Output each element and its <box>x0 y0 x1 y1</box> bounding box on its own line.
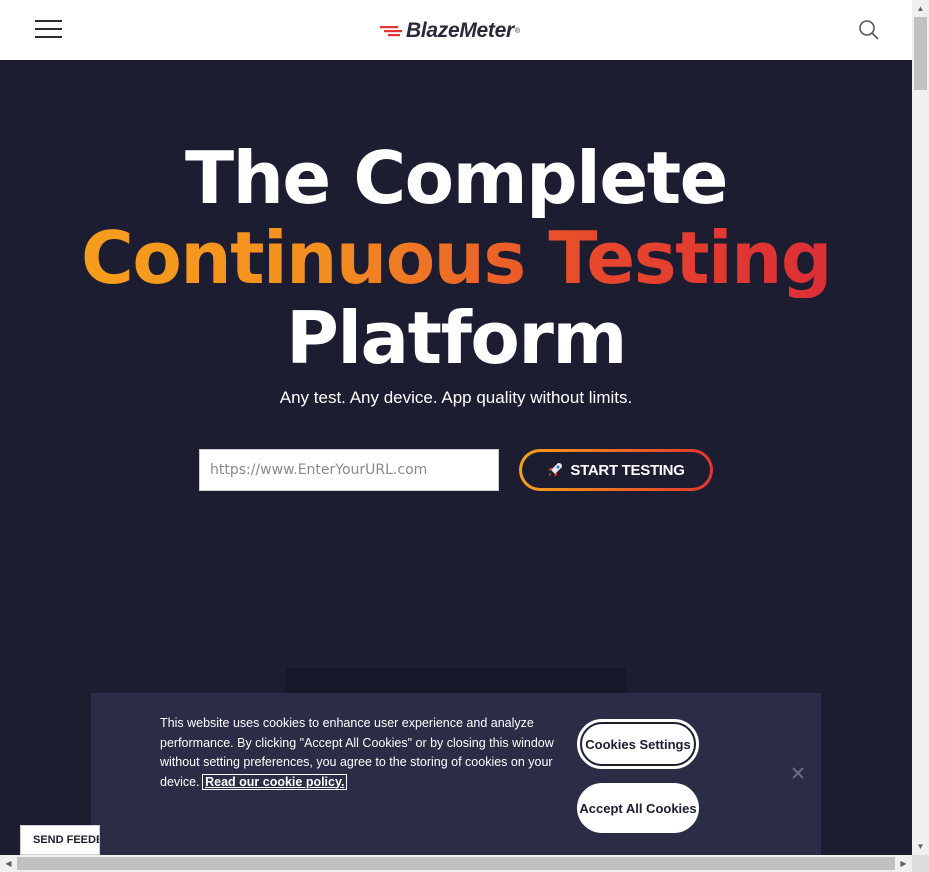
horizontal-scrollbar[interactable]: ◀ ▶ <box>0 855 912 872</box>
hero-headline: The Complete Continuous Testing Platform <box>0 138 912 378</box>
close-icon[interactable] <box>791 766 805 780</box>
headline-line-3: Platform <box>286 296 627 380</box>
start-testing-button[interactable]: START TESTING <box>519 449 713 491</box>
rocket-icon <box>548 463 563 477</box>
logo-text: BlazeMeter <box>406 19 514 42</box>
scrollbar-corner <box>912 855 929 872</box>
headline-line-1: The Complete <box>185 136 728 220</box>
cookie-text: This website uses cookies to enhance use… <box>160 714 560 792</box>
url-input[interactable] <box>199 449 499 491</box>
scroll-right-arrow-icon[interactable]: ▶ <box>895 855 912 872</box>
logo-registered-mark: ® <box>514 27 521 35</box>
cookie-banner: This website uses cookies to enhance use… <box>91 693 821 855</box>
scroll-up-arrow-icon[interactable]: ▲ <box>912 0 929 17</box>
vertical-scroll-thumb[interactable] <box>914 17 927 90</box>
blazemeter-logo[interactable]: BlazeMeter ® <box>380 18 520 44</box>
accept-all-cookies-button[interactable]: Accept All Cookies <box>577 783 699 833</box>
site-header: BlazeMeter ® <box>0 0 912 60</box>
headline-line-2: Continuous Testing <box>0 218 912 298</box>
hamburger-menu-icon[interactable] <box>35 20 62 39</box>
search-icon[interactable] <box>858 19 880 41</box>
scroll-left-arrow-icon[interactable]: ◀ <box>0 855 17 872</box>
start-testing-label: START TESTING <box>570 461 685 479</box>
hero-subtitle: Any test. Any device. App quality withou… <box>279 388 633 407</box>
cookie-policy-link[interactable]: Read our cookie policy. <box>202 773 348 790</box>
scroll-down-arrow-icon[interactable]: ▼ <box>912 838 929 855</box>
cookies-settings-button[interactable]: Cookies Settings <box>577 719 699 769</box>
horizontal-scroll-thumb[interactable] <box>17 857 895 870</box>
vertical-scrollbar[interactable]: ▲ ▼ <box>912 0 929 855</box>
send-feedback-button[interactable]: SEND FEEDBACK <box>20 825 100 855</box>
logo-flame-icon <box>380 26 402 37</box>
